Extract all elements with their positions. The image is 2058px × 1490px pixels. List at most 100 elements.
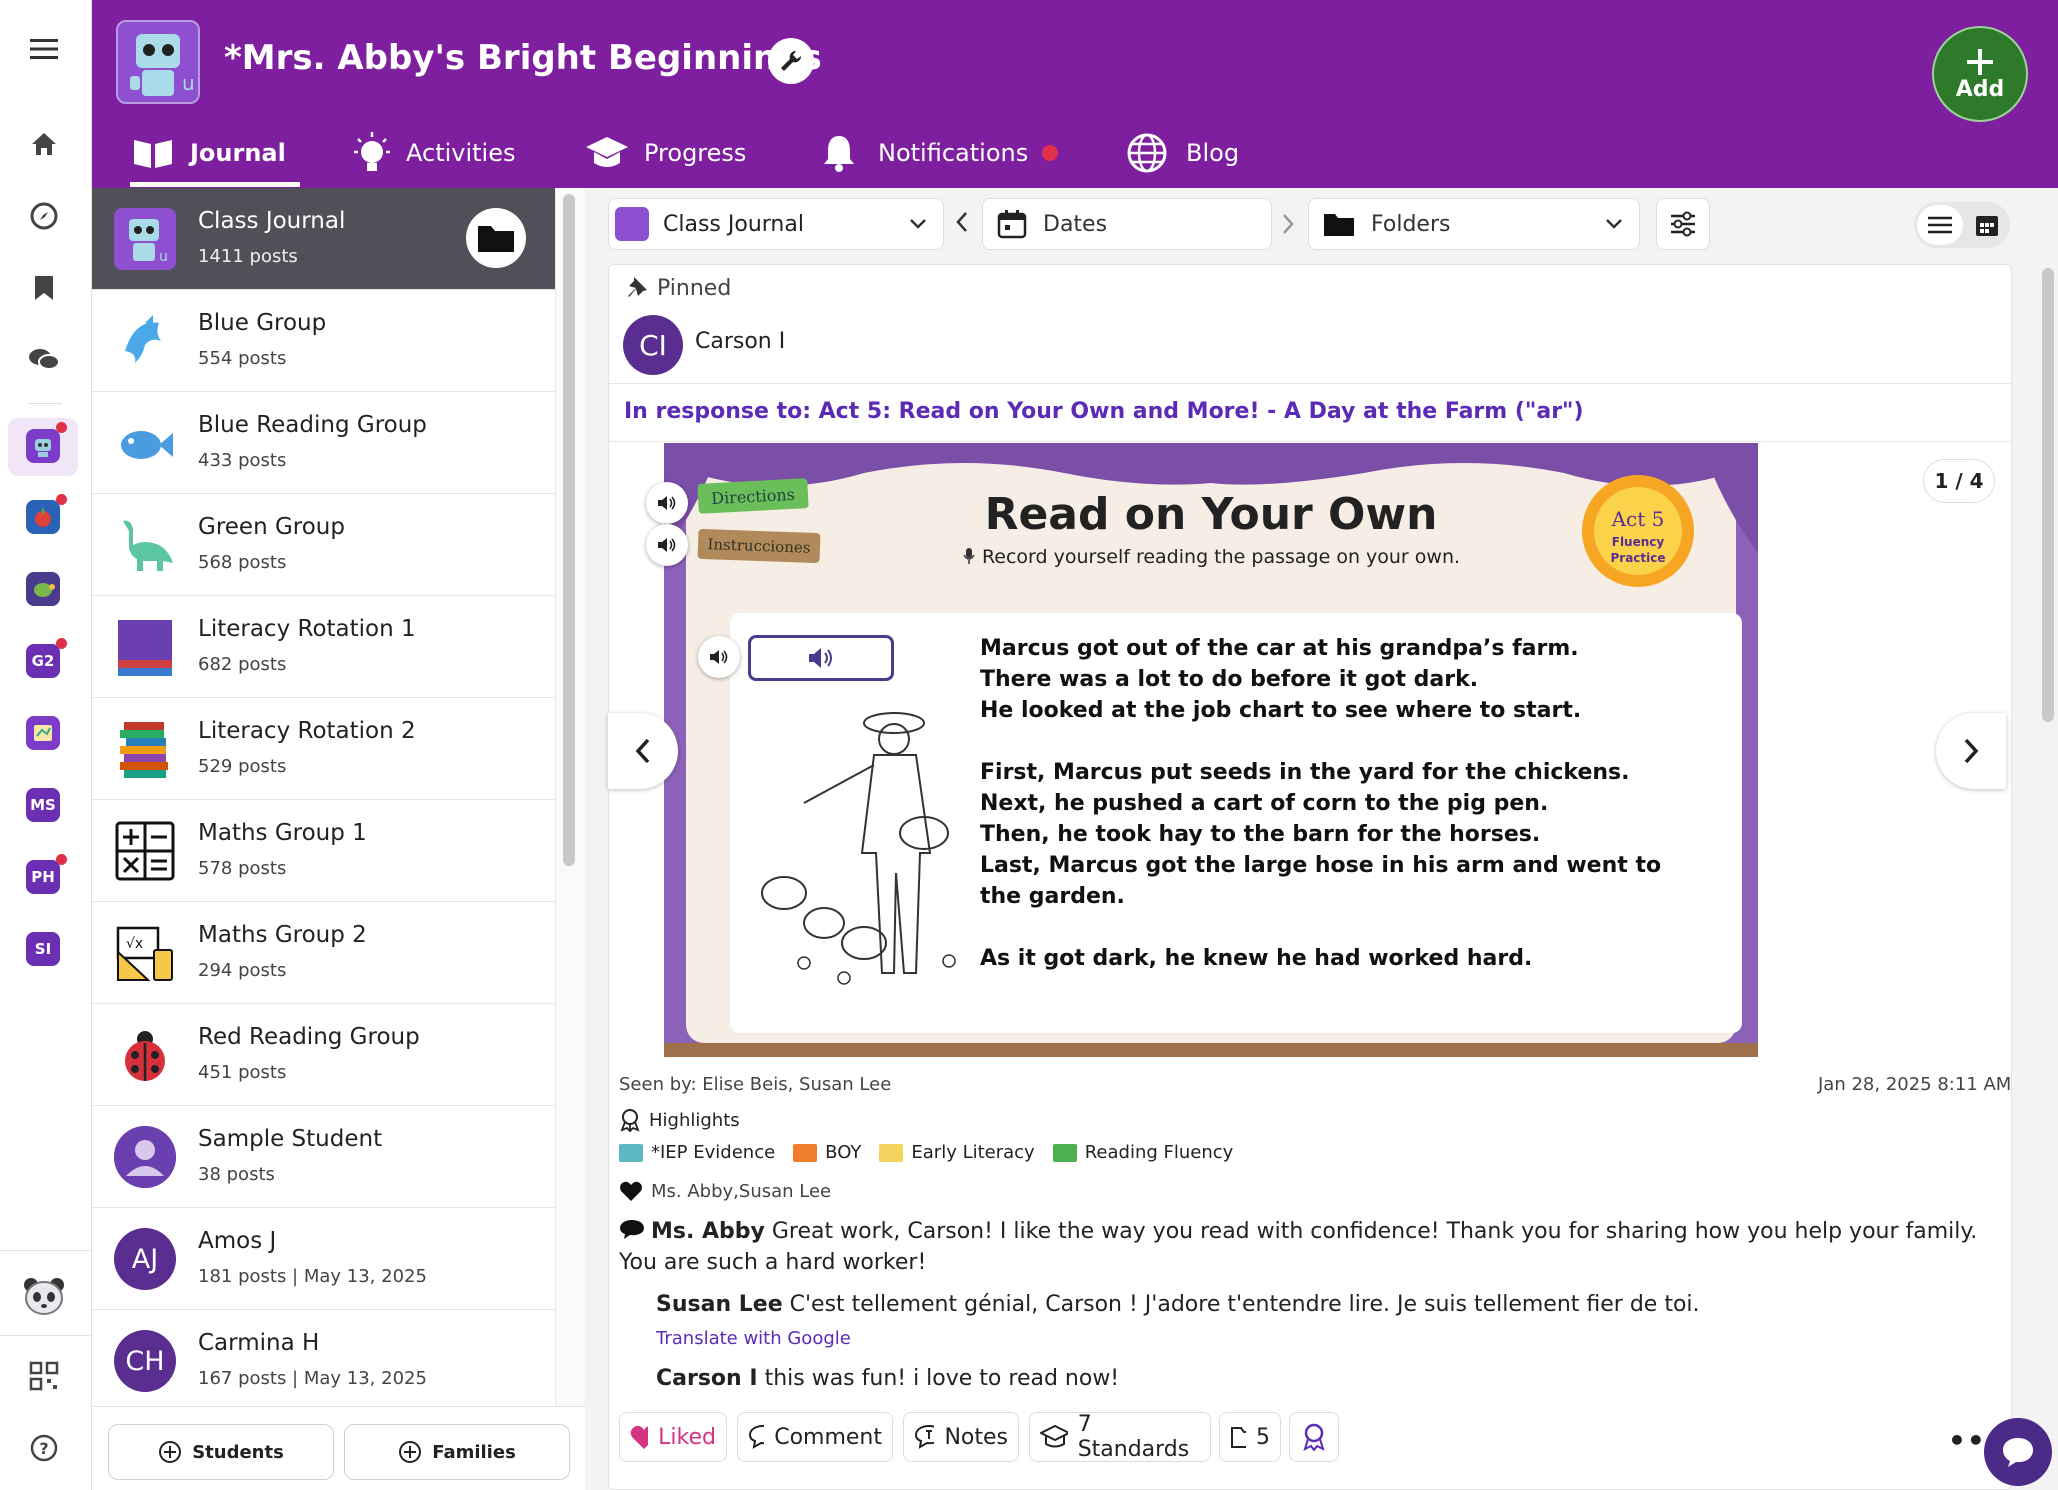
class-logo[interactable]: u: [116, 20, 200, 104]
highlight-award-button[interactable]: [1289, 1412, 1339, 1462]
plus-circle-icon: [159, 1441, 182, 1463]
tab-activities[interactable]: Activities: [352, 122, 516, 184]
liked-button[interactable]: Liked: [619, 1412, 727, 1462]
list-item[interactable]: AJ Amos J 181 posts | May 13, 2025: [92, 1208, 555, 1310]
folder-tag[interactable]: BOY: [793, 1142, 861, 1163]
list-item[interactable]: Green Group 568 posts: [92, 494, 555, 596]
list-item[interactable]: Red Reading Group 451 posts: [92, 1004, 555, 1106]
comment-text: Great work, Carson! I like the way you r…: [619, 1219, 1978, 1275]
likes-row[interactable]: Ms. Abby,Susan Lee: [619, 1180, 831, 1202]
folder-tag[interactable]: Early Literacy: [879, 1142, 1035, 1163]
filter-button[interactable]: [1656, 198, 1710, 250]
speaker-icon: [658, 496, 676, 510]
folders-select[interactable]: Folders: [1308, 198, 1640, 250]
dates-button[interactable]: Dates: [982, 198, 1272, 250]
author-name[interactable]: Carson I: [695, 329, 785, 354]
dolphin-avatar: [114, 310, 176, 372]
translate-link[interactable]: Translate with Google: [656, 1328, 851, 1349]
pin-icon: [628, 277, 647, 297]
list-item[interactable]: Literacy Rotation 1 682 posts: [92, 596, 555, 698]
journal-select[interactable]: Class Journal: [608, 198, 944, 250]
comment-author[interactable]: Carson I: [656, 1366, 758, 1391]
app-header: u *Mrs. Abby's Bright Beginnings Add Jou…: [92, 0, 2058, 188]
folder-tag[interactable]: Reading Fluency: [1052, 1142, 1233, 1163]
standards-button[interactable]: 7 Standards: [1029, 1412, 1211, 1462]
folder-icon: [478, 226, 514, 252]
list-item[interactable]: √x Maths Group 2 294 posts: [92, 902, 555, 1004]
rail-badge-si[interactable]: SI: [26, 932, 60, 966]
passage-audio-button[interactable]: [698, 636, 740, 678]
folder-tag[interactable]: *IEP Evidence: [619, 1142, 775, 1163]
list-item-count: 181 posts | May 13, 2025: [198, 1266, 427, 1287]
calendar-view-icon[interactable]: [1966, 205, 2008, 245]
add-families-button[interactable]: Families: [344, 1424, 570, 1480]
author-avatar[interactable]: CI: [623, 315, 683, 375]
rail-badge-g2[interactable]: G2: [26, 644, 60, 678]
turtle-class-icon[interactable]: [26, 572, 60, 606]
list-scrollbar[interactable]: [563, 194, 575, 866]
instrucciones-audio-button[interactable]: [646, 524, 688, 566]
comment-bubble-icon: [620, 1220, 644, 1239]
play-audio-button[interactable]: [748, 635, 894, 681]
seen-by[interactable]: Seen by: Elise Beis, Susan Lee: [619, 1074, 891, 1095]
list-item[interactable]: Literacy Rotation 2 529 posts: [92, 698, 555, 800]
chat-icon[interactable]: [20, 336, 68, 384]
comment-author[interactable]: Ms. Abby: [651, 1219, 765, 1244]
help-icon[interactable]: ?: [20, 1424, 68, 1472]
comment-author[interactable]: Susan Lee: [656, 1292, 783, 1317]
list-item-name: Red Reading Group: [198, 1024, 420, 1050]
list-item[interactable]: Sample Student 38 posts: [92, 1106, 555, 1208]
response-link[interactable]: In response to: Act 5: Read on Your Own …: [624, 399, 1584, 424]
directions-audio-button[interactable]: [646, 482, 688, 524]
list-view-icon[interactable]: [1917, 205, 1963, 245]
rail-badge-ms[interactable]: MS: [26, 788, 60, 822]
tab-progress[interactable]: Progress: [584, 122, 746, 184]
chevron-right-icon[interactable]: [1280, 212, 1296, 240]
list-item-name: Class Journal: [198, 208, 346, 234]
folders-count-button[interactable]: 5: [1219, 1412, 1281, 1462]
add-students-button[interactable]: Students: [108, 1424, 334, 1480]
list-item[interactable]: u Class Journal 1411 posts: [92, 188, 555, 290]
home-icon[interactable]: [20, 120, 68, 168]
folders-label: Folders: [1371, 211, 1451, 237]
highlights-row[interactable]: Highlights: [619, 1108, 740, 1132]
rail-badge-ph[interactable]: PH: [26, 860, 60, 894]
list-item-name: Maths Group 1: [198, 820, 367, 846]
qr-code-icon[interactable]: [20, 1352, 68, 1400]
wrench-settings-icon[interactable]: [768, 38, 814, 84]
list-item-count: 38 posts: [198, 1164, 275, 1185]
add-button[interactable]: Add: [1932, 26, 2028, 122]
bookmark-icon[interactable]: [20, 264, 68, 312]
tab-journal[interactable]: Journal: [132, 122, 292, 184]
hamburger-menu-icon[interactable]: [20, 25, 68, 73]
panda-avatar-icon[interactable]: [20, 1272, 68, 1320]
dinosaur-avatar: [114, 514, 176, 576]
next-slide-button[interactable]: [1936, 713, 2006, 789]
list-item-name: Carmina H: [198, 1330, 320, 1356]
folder-color-icon: [619, 1143, 643, 1162]
compass-icon[interactable]: [20, 192, 68, 240]
notes-button[interactable]: Notes: [903, 1412, 1019, 1462]
apple-class-icon[interactable]: [26, 500, 60, 534]
comment-2: Susan Lee C'est tellement génial, Carson…: [656, 1292, 1996, 1317]
folder-tag-label: Early Literacy: [911, 1142, 1035, 1163]
list-item[interactable]: Maths Group 1 578 posts: [92, 800, 555, 902]
map-class-icon[interactable]: [26, 716, 60, 750]
notes-label: Notes: [944, 1424, 1008, 1450]
speaker-icon: [809, 648, 832, 668]
folder-color-icon: [793, 1143, 818, 1162]
folder-color-icon: [1052, 1143, 1077, 1162]
main-scrollbar[interactable]: [2042, 268, 2054, 722]
comment-button[interactable]: Comment: [737, 1412, 893, 1462]
list-item[interactable]: Blue Reading Group 433 posts: [92, 392, 555, 494]
chat-support-button[interactable]: [1984, 1418, 2052, 1486]
pinned-label: Pinned: [657, 275, 732, 301]
list-item[interactable]: Blue Group 554 posts: [92, 290, 555, 392]
list-item-count: 568 posts: [198, 552, 287, 573]
list-item[interactable]: CH Carmina H 167 posts | May 13, 2025: [92, 1310, 555, 1406]
tab-blog[interactable]: Blog: [1126, 122, 1239, 184]
award-icon: [1303, 1423, 1325, 1451]
tab-notifications[interactable]: Notifications: [820, 122, 1059, 184]
folder-button[interactable]: [466, 208, 526, 268]
chevron-left-icon[interactable]: [954, 210, 970, 238]
